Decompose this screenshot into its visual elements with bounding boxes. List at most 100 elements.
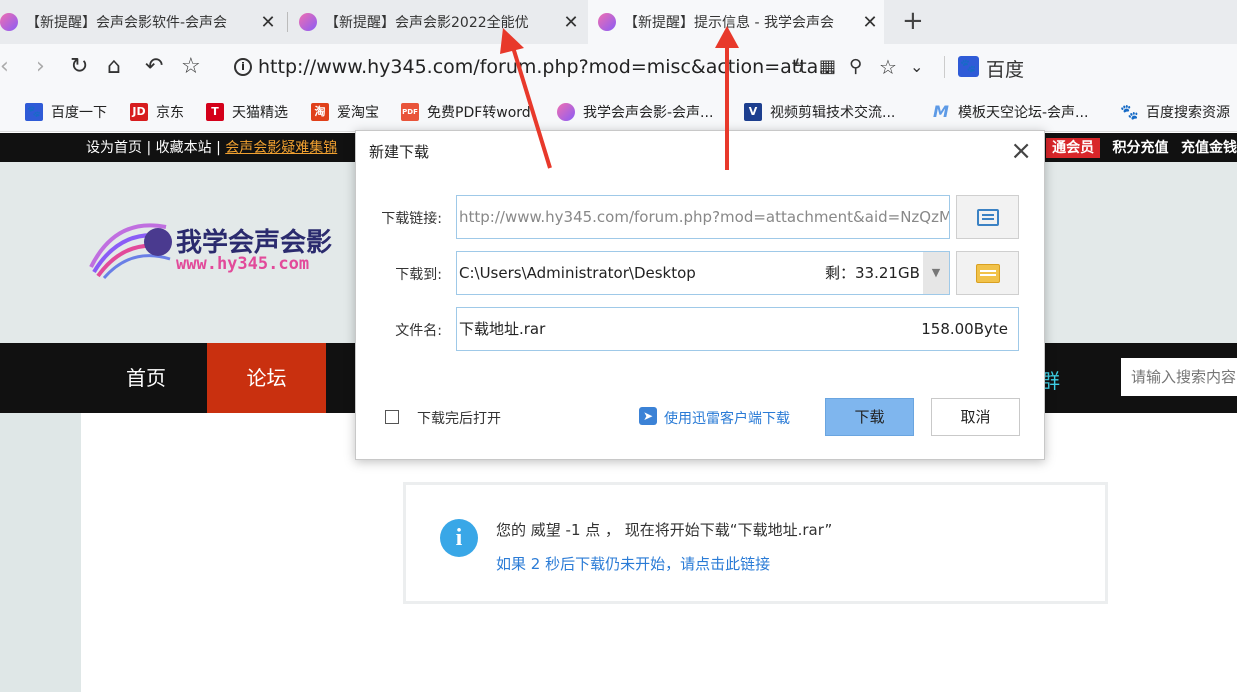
download-notice: i 您的 威望 -1 点 ， 现在将开始下载“下载地址.rar” 如果 2 秒后… xyxy=(403,482,1108,604)
forward-icon[interactable]: › xyxy=(36,54,45,80)
bookmarks-bar: 🐾 百度一下 JD 京东 T 天猫精选 淘爱淘宝 PDF 免费PDF转word 我学会声… xyxy=(0,90,1237,132)
path-label: 下载到: xyxy=(395,267,442,283)
paw-icon: 🐾 xyxy=(25,103,43,121)
money-recharge-link[interactable]: 充值金钱 xyxy=(1181,140,1237,156)
tab-1[interactable]: 【新提醒】会声会影软件-会声会 ✕ xyxy=(0,0,282,44)
bookmark-item[interactable]: M 模板天空论坛-会声... xyxy=(932,102,1088,122)
back-icon[interactable]: ‹ xyxy=(0,54,9,80)
close-icon[interactable]: ✕ xyxy=(254,12,282,33)
jd-icon: JD xyxy=(130,103,148,121)
notice-message: 您的 威望 -1 点 ， 现在将开始下载“下载地址.rar” xyxy=(496,521,833,539)
star-icon[interactable]: ☆ xyxy=(181,54,201,80)
site-icon xyxy=(557,103,575,121)
vip-badge[interactable]: 通会员 xyxy=(1046,138,1101,158)
points-recharge-link[interactable]: 积分充值 xyxy=(1113,140,1169,156)
chevron-down-icon[interactable]: ▼ xyxy=(923,252,949,294)
list-icon xyxy=(977,209,999,226)
logo-emblem-icon xyxy=(89,223,172,279)
bookmark-item[interactable]: V 视频剪辑技术交流... xyxy=(744,102,895,122)
browse-folder-button[interactable] xyxy=(956,251,1019,295)
search-engine-label[interactable]: 百度 xyxy=(986,55,1024,82)
info-icon[interactable]: i xyxy=(234,58,252,76)
open-after-checkbox[interactable] xyxy=(385,410,399,424)
lightning-icon[interactable]: ϟ xyxy=(793,54,805,80)
favorite-star-icon[interactable]: ☆ xyxy=(879,54,897,80)
apps-icon[interactable]: ▦ xyxy=(819,54,836,80)
url-input[interactable]: http://www.hy345.com/forum.php?mod=misc&… xyxy=(258,56,836,78)
site-logo[interactable]: 我学会声会影 www.hy345.com xyxy=(86,212,346,282)
close-icon[interactable]: ✕ xyxy=(856,12,884,33)
xunlei-bird-icon[interactable]: ➤ xyxy=(639,407,657,425)
bookmark-label: 模板天空论坛-会声... xyxy=(958,105,1089,121)
tab-bar: 【新提醒】会声会影软件-会声会 ✕ 【新提醒】会声会影2022全能优 ✕ 【新提… xyxy=(0,0,1237,44)
open-after-label[interactable]: 下载完后打开 xyxy=(417,408,501,428)
site-favicon-icon xyxy=(598,13,616,31)
close-icon[interactable]: × xyxy=(1010,136,1032,166)
tab-title: 【新提醒】会声会影软件-会声会 xyxy=(26,15,228,31)
bookmark-item[interactable]: JD 京东 xyxy=(130,102,184,122)
divider xyxy=(944,56,945,78)
bookmark-label: 爱淘宝 xyxy=(337,105,379,121)
home-icon[interactable]: ⌂ xyxy=(107,54,121,80)
bookmark-item[interactable]: 淘爱淘宝 xyxy=(311,102,379,122)
bookmark-item[interactable]: 🐾 百度一下 xyxy=(25,102,107,122)
bookmark-label: 视频剪辑技术交流... xyxy=(770,105,896,121)
use-xunlei-link[interactable]: 使用迅雷客户端下载 xyxy=(664,408,790,428)
bookmark-label: 天猫精选 xyxy=(232,105,288,121)
nav-home[interactable]: 首页 xyxy=(86,343,206,413)
divider: | xyxy=(146,140,156,156)
m-icon: M xyxy=(933,102,949,121)
new-tab-icon[interactable]: + xyxy=(902,6,924,36)
bookmark-site-link[interactable]: 收藏本站 xyxy=(156,140,212,156)
set-homepage-link[interactable]: 设为首页 xyxy=(86,140,142,156)
address-bar: ‹ › ↻ ⌂ ↶ ☆ i http://www.hy345.com/forum… xyxy=(0,44,1237,90)
url-label: 下载链接: xyxy=(381,211,442,227)
taobao-icon: 淘 xyxy=(311,103,329,121)
download-button[interactable]: 下载 xyxy=(825,398,914,436)
dialog-title: 新建下载 xyxy=(369,143,430,161)
cancel-button[interactable]: 取消 xyxy=(931,398,1020,436)
bookmark-label: 我学会声会影-会声... xyxy=(583,105,714,121)
bookmark-label: 百度一下 xyxy=(51,105,107,121)
chevron-down-icon[interactable]: ⌄ xyxy=(910,54,923,80)
v-icon: V xyxy=(744,103,762,121)
download-url-field[interactable]: http://www.hy345.com/forum.php?mod=attac… xyxy=(456,195,950,239)
paw-icon: 🐾 xyxy=(1120,103,1139,121)
tab-2[interactable]: 【新提醒】会声会影2022全能优 ✕ xyxy=(289,0,585,44)
tmall-icon: T xyxy=(206,103,224,121)
filename-value: 下载地址.rar xyxy=(459,320,546,338)
faq-link[interactable]: 会声会影疑难集锦 xyxy=(225,140,337,156)
copy-url-button[interactable] xyxy=(956,195,1019,239)
search-input[interactable] xyxy=(1121,358,1237,396)
bookmark-item[interactable]: 🐾 百度搜索资源 xyxy=(1120,102,1230,122)
pdf-icon: PDF xyxy=(401,103,419,121)
new-download-dialog: 新建下载 × 下载链接: http://www.hy345.com/forum.… xyxy=(355,130,1045,460)
download-path-select[interactable]: C:\Users\Administrator\Desktop 剩：33.21GB… xyxy=(456,251,950,295)
bookmark-item[interactable]: PDF 免费PDF转word xyxy=(401,102,531,122)
info-icon: i xyxy=(440,519,478,557)
zoom-icon[interactable]: ⚲ xyxy=(849,54,862,80)
path-value: C:\Users\Administrator\Desktop xyxy=(459,264,696,282)
tab-title: 【新提醒】提示信息 - 我学会声会 xyxy=(624,15,834,31)
manual-download-link[interactable]: 如果 2 秒后下载仍未开始，请点击此链接 xyxy=(496,553,770,574)
folder-icon xyxy=(976,264,1000,283)
file-size: 158.00Byte xyxy=(921,320,1008,338)
tab-3-active[interactable]: 【新提醒】提示信息 - 我学会声会 ✕ xyxy=(588,0,884,44)
side-panel xyxy=(0,413,81,692)
tab-divider xyxy=(287,12,288,32)
bookmark-label: 百度搜索资源 xyxy=(1146,105,1230,121)
tab-title: 【新提醒】会声会影2022全能优 xyxy=(325,15,529,31)
close-icon[interactable]: ✕ xyxy=(557,12,585,33)
nav-forum[interactable]: 论坛 xyxy=(207,343,326,413)
bookmark-label: 免费PDF转word xyxy=(427,105,531,121)
filename-field[interactable]: 下载地址.rar 158.00Byte xyxy=(456,307,1019,351)
bookmark-item[interactable]: T 天猫精选 xyxy=(206,102,288,122)
undo-icon[interactable]: ↶ xyxy=(145,54,163,80)
bookmark-item[interactable]: 我学会声会影-会声... xyxy=(557,102,713,122)
bookmark-label: 京东 xyxy=(156,105,184,121)
paw-icon[interactable]: 🐾 xyxy=(958,56,979,77)
site-favicon-icon xyxy=(0,13,18,31)
reload-icon[interactable]: ↻ xyxy=(70,54,88,80)
free-space: 剩：33.21GB xyxy=(825,264,920,282)
site-favicon-icon xyxy=(299,13,317,31)
